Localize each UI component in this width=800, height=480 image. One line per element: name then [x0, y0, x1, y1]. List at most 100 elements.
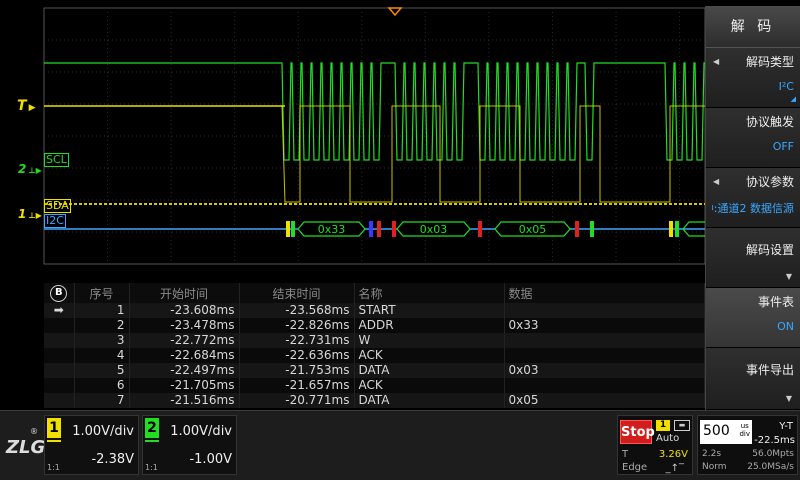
trigger-sweep: Auto	[656, 433, 680, 444]
timebase-scale[interactable]: 500 us div	[700, 420, 752, 444]
bus-packet-value: 0x33	[318, 223, 346, 236]
data-cell	[504, 378, 705, 393]
table-row[interactable]: 5 -22.497ms -21.753ms DATA 0x03	[44, 363, 705, 378]
bus-select-header[interactable]: B	[44, 283, 75, 303]
col-index-header: 序号	[74, 283, 130, 303]
menu-protocol-params[interactable]: ◀ 协议参数 时钟:通道2 数据信源	[706, 168, 800, 228]
ch1-marker[interactable]: 1 ⊥▶	[18, 207, 42, 221]
col-data-header: 数据	[504, 283, 705, 303]
index-cell: 7	[74, 393, 130, 408]
name-cell: START	[354, 303, 505, 318]
end-time-cell: -21.657ms	[239, 378, 355, 393]
col-name-header: 名称	[354, 283, 505, 303]
row-select-cell	[44, 348, 75, 363]
bus-event-mark	[392, 221, 396, 237]
status-bar: ZLG ® 1 1:1 1.00V/div -2.38V 2 1:1 1.00V…	[0, 410, 800, 480]
menu-event-export[interactable]: 事件导出 ▼	[706, 348, 800, 410]
bus-event-mark	[669, 221, 673, 237]
timebase-panel[interactable]: 500 us div Y-T -22.5ms 2.2s 56.0Mpts Norm…	[697, 415, 798, 475]
index-cell: 2	[74, 318, 130, 333]
dc-coupling-icon	[145, 440, 159, 450]
waveform-display[interactable]: 0x33 0x03 0x05 T ▶ 2 ⊥▶ 1 ⊥▶ SCL SDA I2C	[0, 0, 705, 280]
end-time-cell: -20.771ms	[239, 393, 355, 408]
run-stop-button[interactable]: Stop	[620, 420, 655, 444]
start-time-cell: -23.478ms	[129, 318, 240, 333]
ch2-marker[interactable]: 2 ⊥▶	[18, 162, 42, 176]
corner-arrow-icon: ◢	[790, 95, 796, 103]
table-row[interactable]: 7 -21.516ms -20.771ms DATA 0x05	[44, 393, 705, 408]
table-row[interactable]: ➡ 1 -23.608ms -23.568ms START	[44, 303, 705, 318]
bus-packet-value: 0x05	[519, 223, 547, 236]
ch1-number: 1	[47, 418, 61, 438]
trigger-panel[interactable]: Stop 1 ▬ Auto T 3.26V Edge _↑‾	[617, 415, 693, 475]
start-time-cell: -21.516ms	[129, 393, 240, 408]
acq-interval: 2.2s	[702, 449, 722, 459]
bus-event-mark	[478, 221, 482, 237]
ch2-number: 2	[145, 418, 159, 438]
name-cell: ACK	[354, 348, 505, 363]
waveform-grid: 0x33 0x03 0x05	[43, 7, 705, 265]
ch2-settings[interactable]: 2 1:1 1.00V/div -1.00V	[142, 415, 237, 475]
data-cell: 0x05	[504, 393, 705, 408]
bus-event-mark	[286, 221, 290, 237]
name-cell: W	[354, 333, 505, 348]
name-cell: ACK	[354, 378, 505, 393]
zlg-logo: ZLG	[6, 437, 46, 458]
table-row[interactable]: 2 -23.478ms -22.826ms ADDR 0x33	[44, 318, 705, 333]
index-cell: 1	[74, 303, 130, 318]
row-select-cell	[44, 378, 75, 393]
sda-label: SDA	[44, 199, 71, 213]
menu-protocol-trigger[interactable]: 协议触发 OFF	[706, 108, 800, 168]
bus-event-mark	[575, 221, 579, 237]
table-row[interactable]: 4 -22.684ms -22.636ms ACK	[44, 348, 705, 363]
trigger-source-badge: 1	[656, 420, 670, 431]
acq-mode: Norm	[702, 462, 727, 472]
memory-depth: 56.0Mpts	[752, 449, 794, 459]
end-time-cell: -22.636ms	[239, 348, 355, 363]
dc-coupling-icon	[47, 440, 61, 450]
row-select-cell	[44, 363, 75, 378]
ch1-scale: 1.00V/div	[72, 424, 134, 439]
bus-icon[interactable]: B	[50, 285, 68, 302]
data-cell: 0x33	[504, 318, 705, 333]
index-cell: 4	[74, 348, 130, 363]
start-time-cell: -23.608ms	[129, 303, 240, 318]
table-row[interactable]: 3 -22.772ms -22.731ms W	[44, 333, 705, 348]
ch1-offset: -2.38V	[91, 452, 134, 467]
menu-event-table[interactable]: 事件表 ON	[706, 288, 800, 348]
index-cell: 6	[74, 378, 130, 393]
data-cell	[504, 303, 705, 318]
bus-event-mark	[369, 221, 373, 237]
left-arrow-icon: ◀	[713, 177, 720, 186]
left-arrow-icon: ◀	[713, 57, 720, 66]
ch2-scale: 1.00V/div	[170, 424, 232, 439]
start-time-cell: -22.684ms	[129, 348, 240, 363]
bus-event-mark	[291, 221, 295, 237]
down-arrow-icon: ▼	[785, 272, 792, 281]
name-cell: ADDR	[354, 318, 505, 333]
sample-rate: 25.0MSa/s	[747, 462, 794, 472]
menu-decode-settings[interactable]: 解码设置 ▼	[706, 228, 800, 288]
col-end-header: 结束时间	[239, 283, 355, 303]
name-cell: DATA	[354, 393, 505, 408]
rising-edge-icon: _↑‾	[665, 463, 684, 474]
row-select-cell	[44, 333, 75, 348]
ch1-settings[interactable]: 1 1:1 1.00V/div -2.38V	[44, 415, 139, 475]
name-cell: DATA	[354, 363, 505, 378]
trigger-type: Edge	[622, 462, 648, 473]
trigger-t-label: T	[622, 449, 629, 460]
data-cell: 0x03	[504, 363, 705, 378]
table-header: B 序号 开始时间 结束时间 名称 数据	[44, 283, 705, 303]
trigger-level: 3.26V	[658, 449, 688, 460]
index-cell: 3	[74, 333, 130, 348]
start-time-cell: -22.497ms	[129, 363, 240, 378]
trigger-level-marker[interactable]: T ▶	[17, 98, 35, 114]
table-row[interactable]: 6 -21.705ms -21.657ms ACK	[44, 378, 705, 393]
menu-decode-type[interactable]: ◀ 解码类型 I²C ◢	[706, 48, 800, 108]
decode-menu: 解 码 ◀ 解码类型 I²C ◢ 协议触发 OFF ◀ 协议参数 时钟:通道2 …	[705, 6, 800, 410]
ch1-probe-ratio: 1:1	[47, 463, 60, 472]
scl-label: SCL	[44, 153, 69, 167]
event-table[interactable]: B 序号 开始时间 结束时间 名称 数据 ➡ 1 -23.608ms -23.568m…	[44, 283, 705, 408]
registered-mark: ®	[30, 427, 38, 436]
current-row-arrow-icon: ➡	[44, 303, 75, 318]
